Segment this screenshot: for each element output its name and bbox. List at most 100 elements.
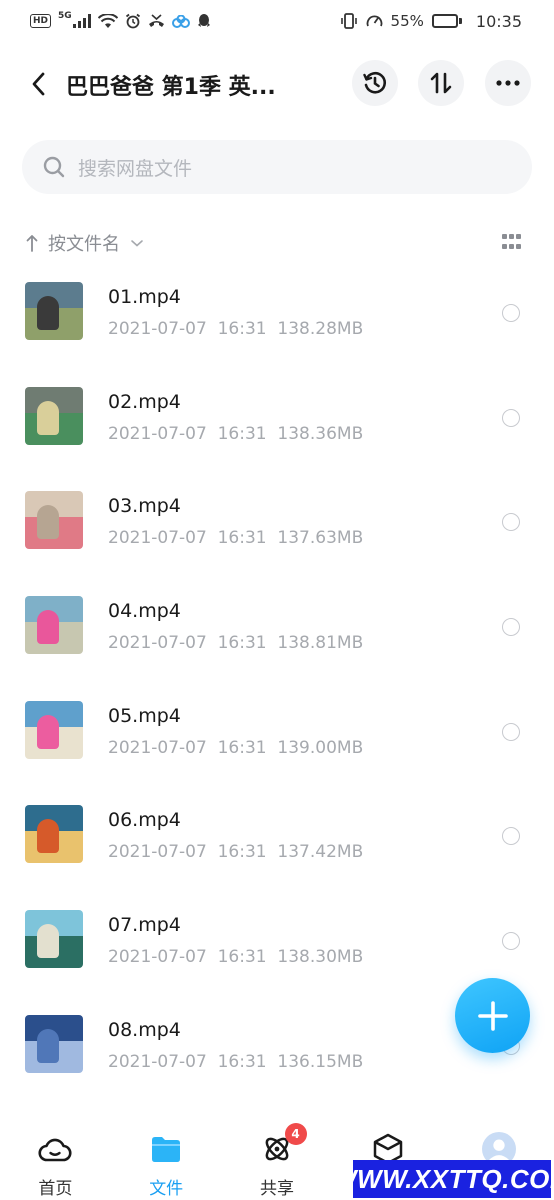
file-size: 139.00MB <box>277 737 364 758</box>
grid-view-icon[interactable] <box>502 234 522 252</box>
file-date: 2021-07-07 <box>108 633 207 654</box>
file-date: 2021-07-07 <box>108 842 207 863</box>
file-row[interactable]: 05.mp4 2021-07-07 16:31 139.00MB <box>0 688 554 793</box>
select-radio[interactable] <box>502 722 520 741</box>
file-time: 16:31 <box>217 319 267 339</box>
nav-item-share[interactable]: 4 共享 <box>222 1118 333 1200</box>
select-radio[interactable] <box>502 618 520 637</box>
file-row[interactable]: 03.mp4 2021-07-07 16:31 137.63MB <box>0 478 554 583</box>
file-name: 03.mp4 <box>108 495 181 518</box>
speed-gauge-icon <box>366 15 382 26</box>
file-row[interactable]: 06.mp4 2021-07-07 16:31 137.42MB <box>0 792 554 897</box>
select-radio[interactable] <box>502 304 520 322</box>
file-name: 08.mp4 <box>108 1018 181 1041</box>
home-cloud-icon <box>38 1138 72 1162</box>
watermark: WWW.XXTTQ.COM <box>332 1160 554 1198</box>
file-meta: 2021-07-07 16:31 137.42MB <box>108 842 363 862</box>
battery-icon <box>431 14 462 28</box>
status-left: HD 5G <box>30 11 211 29</box>
file-size: 138.30MB <box>277 947 364 968</box>
file-date: 2021-07-07 <box>108 423 207 444</box>
file-meta: 2021-07-07 16:31 136.15MB <box>108 1052 363 1072</box>
file-meta: 2021-07-07 16:31 138.28MB <box>108 319 363 339</box>
chevron-down-icon <box>131 240 143 247</box>
folder-icon <box>152 1137 181 1162</box>
qq-icon <box>197 14 210 27</box>
page-title: 巴巴爸爸 第1季 英... <box>66 75 276 100</box>
missed-call-icon <box>148 13 164 27</box>
more-icon <box>496 80 520 86</box>
search-input[interactable]: 搜索网盘文件 <box>22 140 532 194</box>
sort-label: 按文件名 <box>48 234 120 255</box>
file-size: 137.42MB <box>277 842 364 863</box>
nav-label-share: 共享 <box>259 1179 294 1199</box>
file-meta: 2021-07-07 16:31 138.36MB <box>108 424 363 444</box>
history-icon <box>363 71 387 94</box>
file-row[interactable]: 04.mp4 2021-07-07 16:31 138.81MB <box>0 583 554 688</box>
video-thumbnail <box>25 910 83 969</box>
battery-percent: 55% <box>390 12 424 30</box>
file-date: 2021-07-07 <box>108 947 207 968</box>
select-radio[interactable] <box>502 932 520 951</box>
file-time: 16:31 <box>217 842 267 863</box>
file-time: 16:31 <box>217 633 267 654</box>
vibrate-icon <box>340 13 357 29</box>
plus-icon <box>477 1000 508 1031</box>
file-list: 01.mp4 2021-07-07 16:31 138.28MB 02.mp4 202… <box>0 269 554 1107</box>
sort-bar: 按文件名 <box>26 226 526 260</box>
history-button[interactable] <box>352 60 398 106</box>
select-radio[interactable] <box>502 408 520 427</box>
file-name: 07.mp4 <box>108 914 181 937</box>
back-button[interactable] <box>22 66 54 102</box>
file-row[interactable]: 01.mp4 2021-07-07 16:31 138.28MB <box>0 269 554 374</box>
video-thumbnail <box>25 1014 83 1073</box>
baidu-netdisk-icon <box>171 14 190 28</box>
file-time: 16:31 <box>217 423 267 444</box>
status-right: 55% 10:35 <box>340 12 522 31</box>
share-badge: 4 <box>284 1123 307 1145</box>
file-size: 138.36MB <box>277 423 364 444</box>
search-placeholder: 搜索网盘文件 <box>78 157 193 180</box>
sort-arrow-icon <box>26 235 38 252</box>
select-radio[interactable] <box>502 827 520 846</box>
status-bar: HD 5G 55% 10:35 <box>0 0 554 42</box>
select-radio[interactable] <box>502 513 520 532</box>
signal-icon <box>72 14 91 28</box>
file-size: 137.63MB <box>277 528 364 549</box>
nav-label-home: 首页 <box>38 1179 73 1199</box>
video-thumbnail <box>25 386 83 445</box>
video-thumbnail <box>25 700 83 759</box>
header: 巴巴爸爸 第1季 英... <box>0 52 554 116</box>
back-icon <box>32 72 45 96</box>
sort-icon <box>430 72 452 94</box>
video-thumbnail <box>25 596 83 655</box>
file-size: 138.28MB <box>277 319 364 339</box>
file-date: 2021-07-07 <box>108 528 207 549</box>
file-meta: 2021-07-07 16:31 137.63MB <box>108 528 363 548</box>
file-name: 05.mp4 <box>108 704 181 727</box>
file-date: 2021-07-07 <box>108 1051 207 1072</box>
more-button[interactable] <box>485 60 531 106</box>
hd-badge: HD <box>30 14 52 28</box>
alarm-icon <box>125 13 140 29</box>
transfer-button[interactable] <box>418 60 464 106</box>
file-meta: 2021-07-07 16:31 139.00MB <box>108 738 363 758</box>
wifi-icon <box>97 13 118 28</box>
nav-item-files[interactable]: 文件 <box>111 1118 222 1200</box>
file-row[interactable]: 02.mp4 2021-07-07 16:31 138.36MB <box>0 374 554 479</box>
file-name: 04.mp4 <box>108 600 181 623</box>
file-time: 16:31 <box>217 1051 267 1072</box>
file-name: 01.mp4 <box>108 286 181 308</box>
nav-item-home[interactable]: 首页 <box>0 1118 111 1200</box>
file-name: 02.mp4 <box>108 390 181 413</box>
sort-toggle[interactable]: 按文件名 <box>26 230 144 256</box>
video-thumbnail <box>25 491 83 550</box>
add-button[interactable] <box>455 978 530 1053</box>
file-meta: 2021-07-07 16:31 138.30MB <box>108 947 363 967</box>
nav-label-files: 文件 <box>149 1179 184 1199</box>
file-name: 06.mp4 <box>108 809 181 832</box>
file-meta: 2021-07-07 16:31 138.81MB <box>108 633 363 653</box>
file-time: 16:31 <box>217 947 267 968</box>
network-label: 5G <box>58 11 72 21</box>
video-thumbnail <box>25 282 83 340</box>
